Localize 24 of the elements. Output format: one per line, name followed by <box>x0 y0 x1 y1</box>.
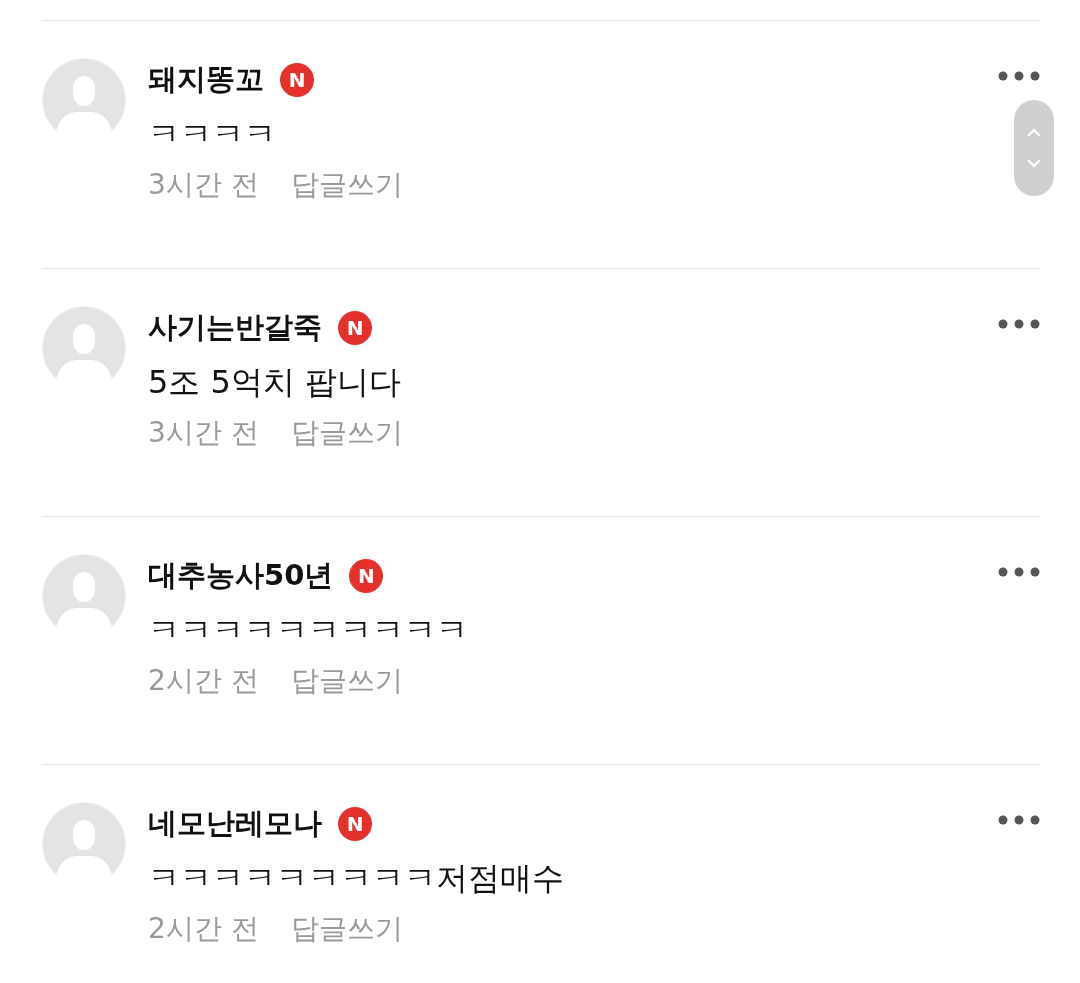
avatar-icon <box>42 58 126 142</box>
avatar-icon <box>42 554 126 638</box>
timestamp: 2시간 전 <box>148 911 259 947</box>
new-badge: N <box>349 559 384 593</box>
new-badge: N <box>338 807 372 841</box>
new-badge: N <box>280 63 314 97</box>
comment-text: ㅋㅋㅋㅋ <box>148 114 277 155</box>
more-options-button[interactable] <box>998 319 1040 329</box>
more-options-button[interactable] <box>998 567 1040 577</box>
author-name[interactable]: 돼지똥꼬 <box>148 60 264 100</box>
author-name[interactable]: 사기는반갈죽 <box>148 308 322 348</box>
timestamp: 3시간 전 <box>148 167 259 203</box>
author-name[interactable]: 대추농사50년 <box>148 556 334 596</box>
author-name[interactable]: 네모난레모나 <box>148 804 322 844</box>
more-options-button[interactable] <box>998 815 1040 825</box>
more-options-button[interactable] <box>998 71 1040 81</box>
comment-text: ㅋㅋㅋㅋㅋㅋㅋㅋㅋ저점매수 <box>148 858 564 899</box>
new-badge: N <box>338 311 372 345</box>
avatar-icon <box>42 802 126 886</box>
timestamp: 2시간 전 <box>148 663 259 699</box>
comment-text: ㅋㅋㅋㅋㅋㅋㅋㅋㅋㅋ <box>148 610 468 651</box>
timestamp: 3시간 전 <box>148 415 259 451</box>
avatar-icon <box>42 306 126 390</box>
comment-text: 5조 5억치 팝니다 <box>148 362 403 403</box>
